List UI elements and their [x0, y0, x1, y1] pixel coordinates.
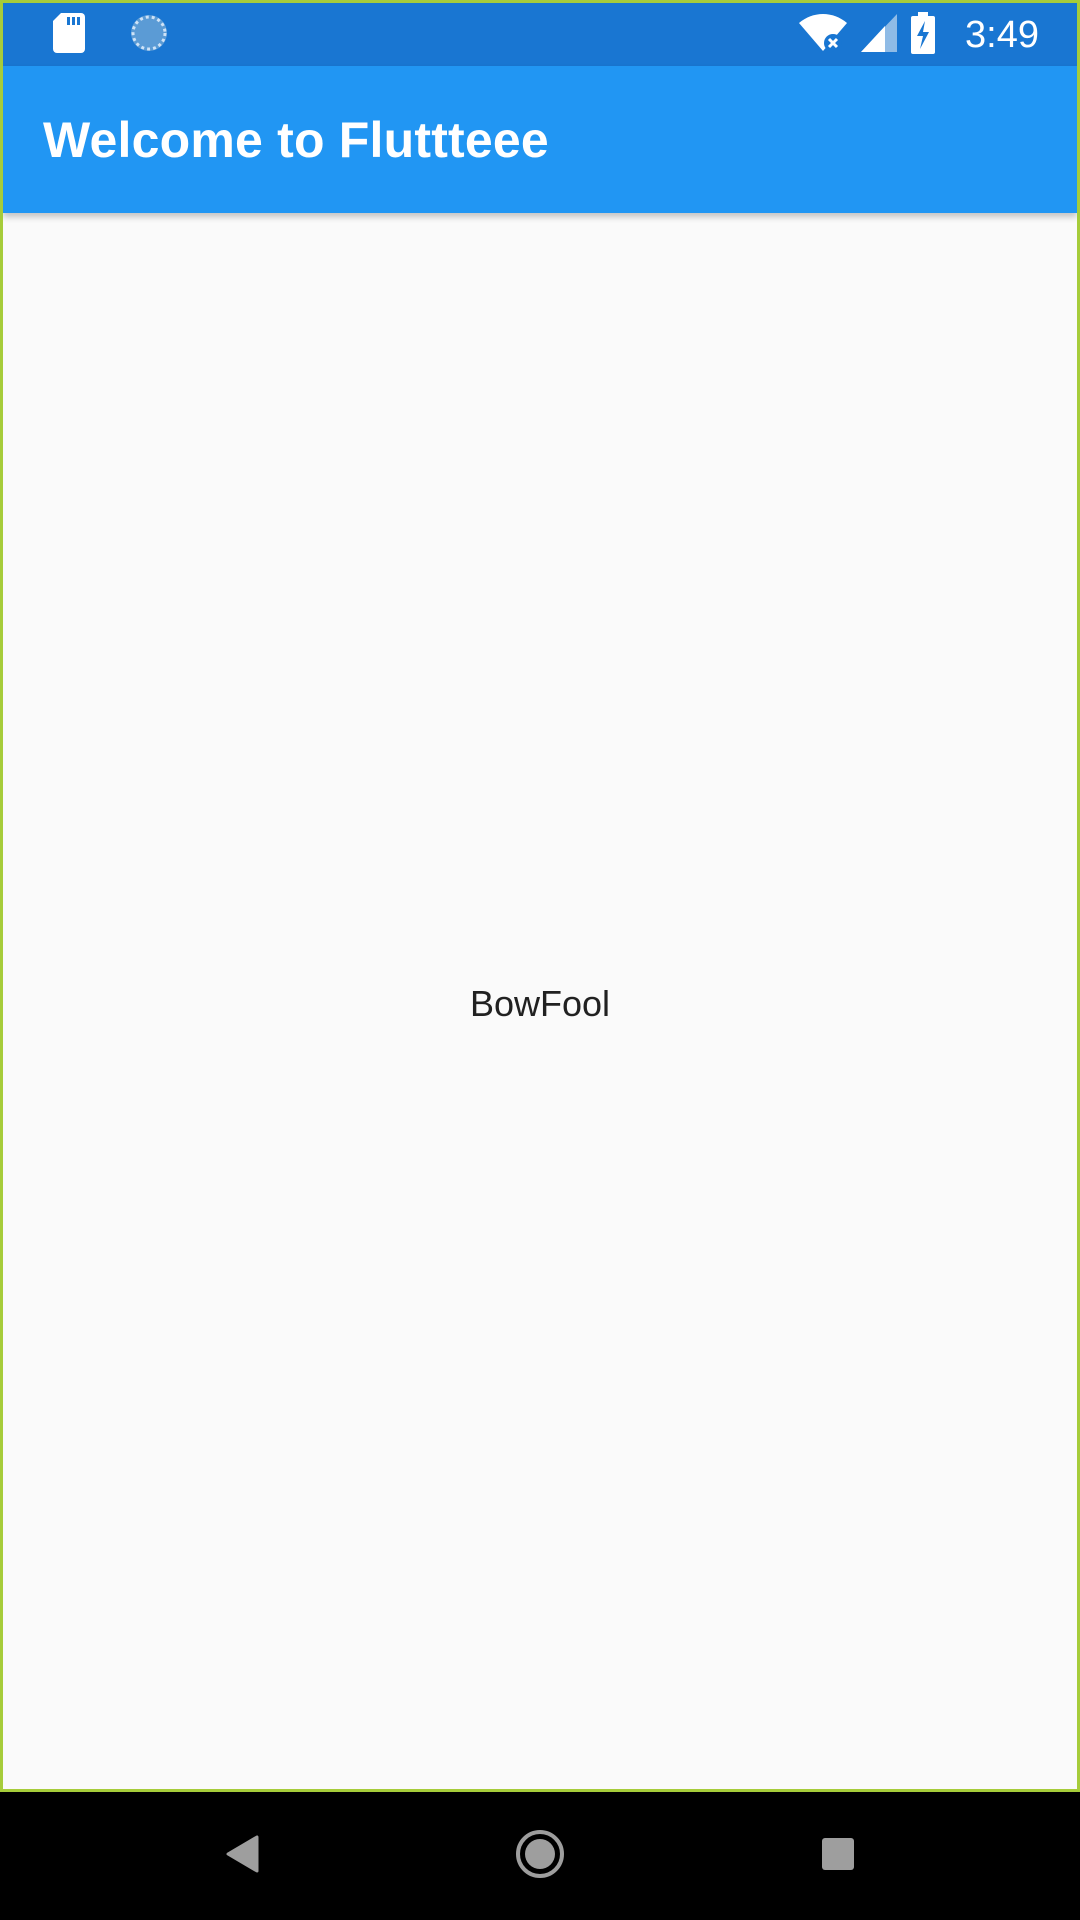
status-bar: 3:49 — [3, 3, 1077, 66]
sd-card-icon — [53, 12, 85, 58]
back-icon — [225, 1835, 259, 1878]
recents-icon — [821, 1837, 855, 1876]
app-frame: 3:49 Welcome to Fluttteee BowFool — [0, 0, 1080, 1792]
battery-charging-icon — [911, 11, 936, 59]
device-screen: 3:49 Welcome to Fluttteee BowFool — [0, 0, 1080, 1920]
status-right-icons: 3:49 — [799, 11, 1039, 59]
navigation-bar — [0, 1792, 1080, 1920]
wifi-off-icon — [799, 13, 848, 58]
center-text: BowFool — [469, 982, 611, 1024]
main-content: BowFool — [3, 213, 1077, 1789]
recents-button[interactable] — [768, 1792, 908, 1920]
home-icon — [515, 1829, 565, 1884]
app-title: Welcome to Fluttteee — [43, 111, 549, 168]
status-time: 3:49 — [965, 14, 1039, 56]
home-button[interactable] — [470, 1792, 610, 1920]
loading-spinner-icon — [129, 13, 169, 58]
app-bar: Welcome to Fluttteee — [3, 66, 1077, 213]
back-button[interactable] — [172, 1792, 312, 1920]
cell-signal-icon — [861, 13, 898, 57]
status-left-icons — [53, 12, 169, 58]
